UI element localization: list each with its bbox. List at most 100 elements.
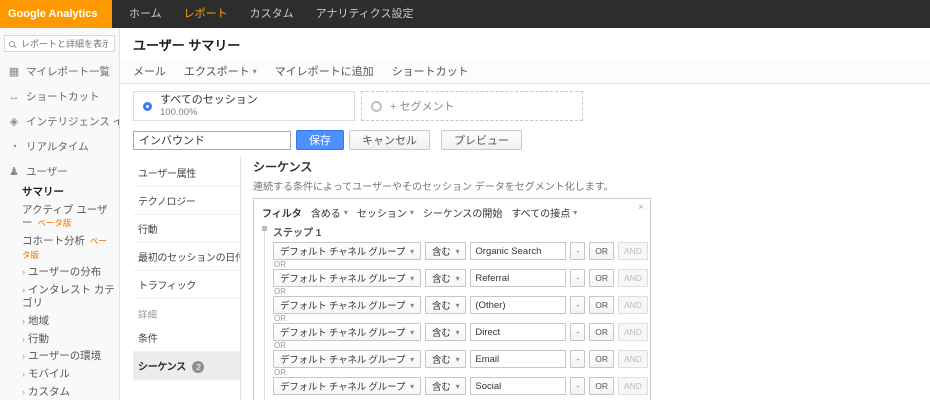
add-to-dashboard-button[interactable]: マイレポートに追加: [275, 63, 374, 79]
chevron-right-icon: ›: [22, 386, 25, 397]
sidebar-item-demographics[interactable]: › ユーザーの分布: [20, 264, 117, 282]
dimension-dropdown[interactable]: デフォルト チャネル グループ ▾: [273, 377, 421, 395]
and-button[interactable]: AND: [617, 269, 648, 287]
operator-dropdown[interactable]: 含む ▾: [424, 323, 467, 341]
tab-conditions[interactable]: 条件: [133, 324, 240, 352]
and-button[interactable]: AND: [617, 323, 648, 341]
add-segment-button[interactable]: + セグメント: [361, 91, 583, 121]
segment-name-input[interactable]: [133, 130, 291, 150]
caret-down-icon: ▾: [410, 354, 414, 364]
caret-down-icon: ▾: [455, 300, 460, 310]
main-content: ユーザー サマリー メール エクスポート ▾ マイレポートに追加 ショートカット…: [120, 28, 930, 400]
tab-demographics[interactable]: ユーザー属性: [133, 159, 240, 187]
sidebar-item-cohort-analysis[interactable]: コホート分析 ベータ版: [20, 233, 117, 264]
sidebar-item-behavior[interactable]: › 行動: [20, 331, 117, 349]
search-input[interactable]: [19, 37, 110, 50]
or-button[interactable]: OR: [589, 296, 614, 314]
sidebar-search[interactable]: [4, 35, 115, 52]
tab-label: シーケンス: [138, 362, 186, 373]
or-button[interactable]: OR: [589, 323, 614, 341]
condition-value-input[interactable]: [470, 269, 567, 287]
top-navbar: Google Analytics ホーム レポート カスタム アナリティクス設定: [0, 0, 930, 28]
remove-condition-button[interactable]: -: [570, 242, 586, 260]
nav-custom[interactable]: カスタム: [239, 0, 305, 28]
left-sidebar: ▦ マイレポート一覧 ↔ ショートカット ◈ インテリジェンス イベント ◔ リ…: [0, 28, 120, 400]
operator-dropdown[interactable]: 含む ▾: [424, 269, 467, 287]
sidebar-item-label: ユーザーの分布: [28, 266, 102, 279]
export-button[interactable]: エクスポート ▾: [184, 63, 257, 79]
tab-behavior[interactable]: 行動: [133, 215, 240, 243]
caret-down-icon: ▾: [455, 273, 460, 283]
condition-row: デフォルト チャネル グループ ▾ 含む ▾ - OR AND: [273, 350, 648, 368]
sidebar-item-dashboards[interactable]: ▦ マイレポート一覧: [0, 59, 119, 84]
google-analytics-logo[interactable]: Google Analytics: [0, 0, 112, 28]
sidebar-item-mobile[interactable]: › モバイル: [20, 366, 117, 384]
dimension-dropdown[interactable]: デフォルト チャネル グループ ▾: [273, 323, 421, 341]
and-button[interactable]: AND: [617, 242, 648, 260]
nav-reports[interactable]: レポート: [173, 0, 239, 28]
sidebar-item-interests[interactable]: › インタレスト カテゴリ: [20, 282, 117, 313]
save-button[interactable]: 保存: [296, 130, 344, 150]
dimension-dropdown[interactable]: デフォルト チャネル グループ ▾: [273, 242, 421, 260]
segment-all-sessions[interactable]: すべてのセッション 100.00%: [133, 91, 355, 121]
sidebar-item-summary[interactable]: サマリー: [20, 184, 117, 202]
shortcut-button[interactable]: ショートカット: [392, 63, 469, 79]
sidebar-item-geo[interactable]: › 地域: [20, 313, 117, 331]
operator-dropdown[interactable]: 含む ▾: [424, 242, 467, 260]
dimension-label: デフォルト チャネル グループ: [280, 355, 406, 366]
nav-admin[interactable]: アナリティクス設定: [305, 0, 425, 28]
dimension-dropdown[interactable]: デフォルト チャネル グループ ▾: [273, 269, 421, 287]
sidebar-item-real-time[interactable]: ◔ リアルタイム: [0, 134, 119, 159]
operator-dropdown[interactable]: 含む ▾: [424, 377, 467, 395]
dimension-dropdown[interactable]: デフォルト チャネル グループ ▾: [273, 350, 421, 368]
search-icon: [9, 40, 15, 47]
remove-condition-button[interactable]: -: [570, 296, 586, 314]
sidebar-item-intelligence-events[interactable]: ◈ インテリジェンス イベント: [0, 109, 119, 134]
and-button[interactable]: AND: [617, 350, 648, 368]
remove-condition-button[interactable]: -: [570, 323, 586, 341]
sidebar-item-custom[interactable]: › カスタム: [20, 384, 117, 400]
sidebar-item-audience[interactable]: ♟ ユーザー: [0, 159, 119, 184]
or-separator: OR: [274, 314, 286, 323]
sidebar-item-technology[interactable]: › ユーザーの環境: [20, 348, 117, 366]
or-button[interactable]: OR: [589, 242, 614, 260]
remove-condition-button[interactable]: -: [570, 377, 586, 395]
and-button[interactable]: AND: [617, 377, 648, 395]
tab-sequences[interactable]: シーケンス 2: [133, 352, 240, 380]
chevron-right-icon: ›: [22, 267, 25, 278]
sequence-start-dropdown[interactable]: すべての接点 ▾: [511, 205, 577, 220]
operator-dropdown[interactable]: 含む ▾: [424, 296, 467, 314]
or-button[interactable]: OR: [589, 377, 614, 395]
or-separator: OR: [274, 260, 286, 269]
condition-row: デフォルト チャネル グループ ▾ 含む ▾ - OR AND: [273, 296, 648, 314]
sidebar-item-label: 地域: [28, 315, 49, 328]
filter-scope-dropdown[interactable]: セッション ▾: [357, 205, 414, 220]
tab-technology[interactable]: テクノロジー: [133, 187, 240, 215]
condition-value-input[interactable]: [470, 377, 567, 395]
tab-traffic-sources[interactable]: トラフィック: [133, 271, 240, 299]
condition-value-input[interactable]: [470, 350, 567, 368]
tab-first-session-date[interactable]: 最初のセッションの日付: [133, 243, 240, 271]
or-separator: OR: [274, 341, 286, 350]
filter-include-dropdown[interactable]: 含める ▾: [311, 205, 348, 220]
preview-button[interactable]: プレビュー: [441, 130, 522, 150]
nav-home[interactable]: ホーム: [118, 0, 173, 28]
email-button[interactable]: メール: [133, 63, 166, 79]
sidebar-item-active-users[interactable]: アクティブ ユーザー ベータ版: [20, 202, 117, 233]
intelligence-icon: ◈: [9, 116, 19, 128]
dimension-dropdown[interactable]: デフォルト チャネル グループ ▾: [273, 296, 421, 314]
condition-value-input[interactable]: [470, 296, 567, 314]
sidebar-item-shortcuts[interactable]: ↔ ショートカット: [0, 84, 119, 109]
operator-label: 含む: [431, 301, 451, 312]
remove-condition-button[interactable]: -: [570, 269, 586, 287]
and-button[interactable]: AND: [617, 296, 648, 314]
or-button[interactable]: OR: [589, 350, 614, 368]
condition-value-input[interactable]: [470, 323, 567, 341]
or-button[interactable]: OR: [589, 269, 614, 287]
cancel-button[interactable]: キャンセル: [349, 130, 430, 150]
sequence-count-badge: 2: [192, 361, 205, 373]
close-icon[interactable]: ×: [638, 202, 644, 213]
remove-condition-button[interactable]: -: [570, 350, 586, 368]
condition-value-input[interactable]: [470, 242, 567, 260]
operator-dropdown[interactable]: 含む ▾: [424, 350, 467, 368]
